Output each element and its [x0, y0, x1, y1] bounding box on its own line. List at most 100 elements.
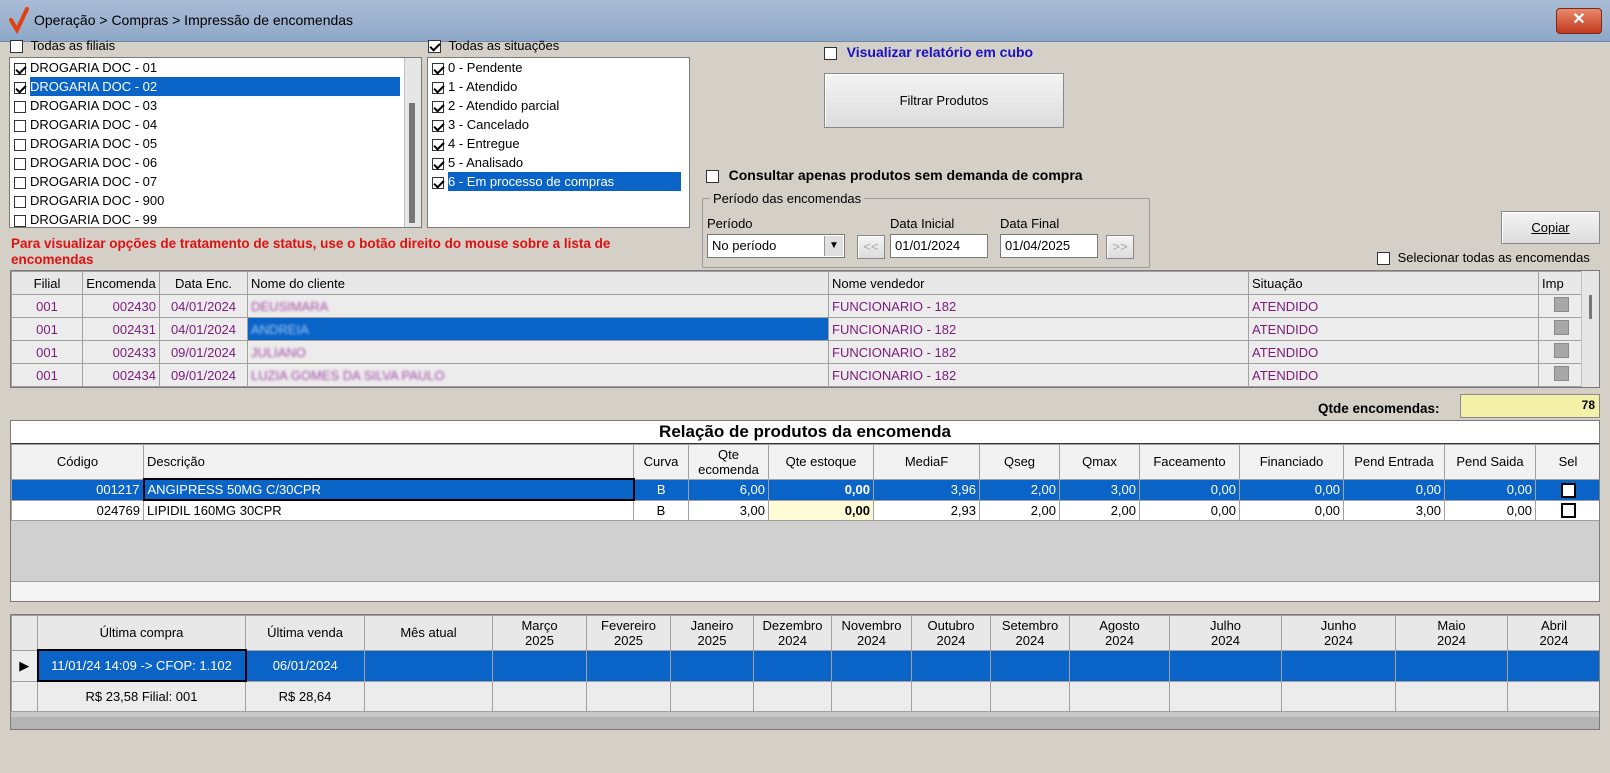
sel-cell[interactable] [1535, 499, 1599, 521]
filial-checkbox[interactable] [14, 100, 26, 113]
filial-item[interactable]: DROGARIA DOC - 06 [10, 153, 421, 172]
sel-checkbox[interactable] [1560, 482, 1576, 498]
historico-grid[interactable]: Última compra Última venda Mês atual Março … [10, 614, 1600, 730]
print-status-icon[interactable] [1554, 343, 1569, 358]
situacao-item[interactable]: 0 - Pendente [428, 58, 689, 77]
situacao-checkbox[interactable] [432, 81, 444, 94]
all-filiais-checkbox-row[interactable]: Todas as filiais [10, 38, 310, 56]
historico-column-header[interactable]: Junho 2024 [1281, 615, 1396, 651]
produtos-column-header[interactable]: Qte ecomenda [688, 444, 769, 480]
filial-item[interactable]: DROGARIA DOC - 05 [10, 134, 421, 153]
situacao-checkbox[interactable] [432, 100, 444, 113]
cubo-checkbox[interactable] [824, 47, 837, 61]
selecionar-todas-checkbox[interactable] [1377, 252, 1390, 266]
data-inicial-input[interactable]: 01/01/2024 [890, 234, 988, 258]
copiar-button[interactable]: Copiar [1501, 211, 1600, 244]
situacao-checkbox[interactable] [432, 157, 444, 170]
print-status-icon[interactable] [1554, 320, 1569, 335]
sel-cell[interactable] [1535, 478, 1599, 501]
filial-checkbox[interactable] [14, 157, 26, 170]
filial-checkbox[interactable] [14, 138, 26, 151]
encomenda-row[interactable]: 001 002431 04/01/2024 ANDREIA FUNCIONARIO - … [11, 317, 1585, 341]
produtos-column-header[interactable]: Descrição [143, 444, 634, 480]
filial-checkbox[interactable] [14, 195, 26, 208]
filtrar-produtos-button[interactable]: Filtrar Produtos [824, 73, 1064, 128]
filiais-scrollbar[interactable] [404, 58, 421, 227]
filial-checkbox[interactable] [14, 176, 26, 189]
produtos-column-header[interactable]: MediaF [873, 444, 980, 480]
situacao-item[interactable]: 3 - Cancelado [428, 115, 689, 134]
sel-checkbox[interactable] [1560, 503, 1576, 519]
produtos-column-header[interactable]: Pend Saida [1444, 444, 1536, 480]
filial-item[interactable]: DROGARIA DOC - 03 [10, 96, 421, 115]
encomendas-column-header[interactable]: Filial [11, 271, 83, 295]
situacao-checkbox[interactable] [432, 119, 444, 132]
encomendas-column-header[interactable]: Nome do cliente [247, 271, 829, 295]
scroll-thumb[interactable] [409, 103, 415, 223]
produtos-column-header[interactable]: Pend Entrada [1343, 444, 1445, 480]
situacao-item[interactable]: 5 - Analisado [428, 153, 689, 172]
historico-column-header[interactable]: Novembro 2024 [831, 615, 912, 651]
produto-row[interactable]: 001217 ANGIPRESS 50MG C/30CPR B 6,00 0,00 3,9… [11, 478, 1599, 501]
historico-column-header[interactable]: Janeiro 2025 [670, 615, 754, 651]
filial-checkbox[interactable] [14, 62, 26, 75]
print-status-icon[interactable] [1554, 297, 1569, 312]
situacao-item[interactable]: 2 - Atendido parcial [428, 96, 689, 115]
situacao-checkbox[interactable] [432, 138, 444, 151]
produtos-column-header[interactable]: Sel [1535, 444, 1599, 480]
situacao-item[interactable]: 1 - Atendido [428, 77, 689, 96]
filial-checkbox[interactable] [14, 81, 26, 94]
encomenda-row[interactable]: 001 002430 04/01/2024 DEUSIMARA FUNCIONARIO … [11, 294, 1585, 318]
imp-cell[interactable] [1538, 363, 1585, 387]
encomendas-scrollbar[interactable] [1581, 271, 1599, 387]
historico-column-header[interactable]: Abril 2024 [1507, 615, 1599, 651]
next-period-button[interactable]: >> [1106, 235, 1134, 259]
historico-row[interactable]: ▶ 11/01/24 14:09 -> CFOP: 1.102 06/01/20… [11, 649, 1599, 682]
filiais-list[interactable]: DROGARIA DOC - 01 DROGARIA DOC - 02 DROGAR… [9, 57, 422, 228]
all-filiais-checkbox[interactable] [10, 40, 23, 54]
produtos-column-header[interactable]: Código [11, 444, 144, 480]
chevron-down-icon[interactable]: ▼ [824, 236, 843, 256]
sem-demanda-checkbox[interactable] [706, 170, 719, 184]
produtos-column-header[interactable]: Faceamento [1139, 444, 1240, 480]
cubo-checkbox-row[interactable]: Visualizar relatório em cubo [824, 44, 1084, 64]
situacao-checkbox[interactable] [432, 176, 444, 189]
historico-column-header[interactable]: Agosto 2024 [1069, 615, 1170, 651]
produtos-column-header[interactable]: Curva [633, 444, 689, 480]
filial-item[interactable]: DROGARIA DOC - 01 [10, 58, 421, 77]
encomenda-row[interactable]: 001 002434 09/01/2024 LUZIA GOMES DA SILVA … [11, 363, 1585, 387]
data-final-input[interactable]: 01/04/2025 [1000, 234, 1098, 258]
all-situacoes-checkbox[interactable] [428, 40, 441, 54]
filial-checkbox[interactable] [14, 119, 26, 132]
encomendas-grid[interactable]: Filial Encomenda Data Enc. Nome do cliente N… [10, 270, 1600, 388]
filial-item[interactable]: DROGARIA DOC - 900 [10, 191, 421, 210]
historico-column-header[interactable]: Mês atual [364, 615, 493, 651]
imp-cell[interactable] [1538, 294, 1585, 318]
produtos-column-header[interactable]: Qseg [979, 444, 1060, 480]
produtos-column-header[interactable]: Qmax [1059, 444, 1140, 480]
historico-column-header[interactable]: Dezembro 2024 [753, 615, 832, 651]
imp-cell[interactable] [1538, 340, 1585, 364]
print-status-icon[interactable] [1554, 366, 1569, 381]
imp-cell[interactable] [1538, 317, 1585, 341]
historico-column-header[interactable]: Última compra [37, 615, 246, 651]
historico-hscrollbar[interactable] [11, 717, 1599, 729]
encomendas-column-header[interactable]: Encomenda [82, 271, 160, 295]
close-button[interactable]: ✕ [1556, 8, 1602, 34]
filial-item[interactable]: DROGARIA DOC - 99 [10, 210, 421, 227]
historico-column-header[interactable]: Março 2025 [492, 615, 587, 651]
situacao-checkbox[interactable] [432, 62, 444, 75]
sem-demanda-checkbox-row[interactable]: Consultar apenas produtos sem demanda de… [706, 167, 1126, 187]
encomenda-row[interactable]: 001 002433 09/01/2024 JULIANO FUNCIONARIO - … [11, 340, 1585, 364]
situacao-item[interactable]: 6 - Em processo de compras [428, 172, 689, 191]
produtos-column-header[interactable]: Financiado [1239, 444, 1344, 480]
produto-row[interactable]: 024769 LIPIDIL 160MG 30CPR B 3,00 0,00 2,93 2,… [11, 499, 1599, 521]
filial-item[interactable]: DROGARIA DOC - 02 [10, 77, 421, 96]
historico-column-header[interactable]: Fevereiro 2025 [586, 615, 671, 651]
historico-column-header[interactable]: Setembro 2024 [990, 615, 1070, 651]
situacoes-list[interactable]: 0 - Pendente 1 - Atendido 2 - Atendido par… [427, 57, 690, 228]
all-situacoes-checkbox-row[interactable]: Todas as situações [428, 38, 728, 56]
historico-column-header[interactable]: Julho 2024 [1169, 615, 1282, 651]
filial-item[interactable]: DROGARIA DOC - 04 [10, 115, 421, 134]
historico-column-header[interactable]: Outubro 2024 [911, 615, 991, 651]
